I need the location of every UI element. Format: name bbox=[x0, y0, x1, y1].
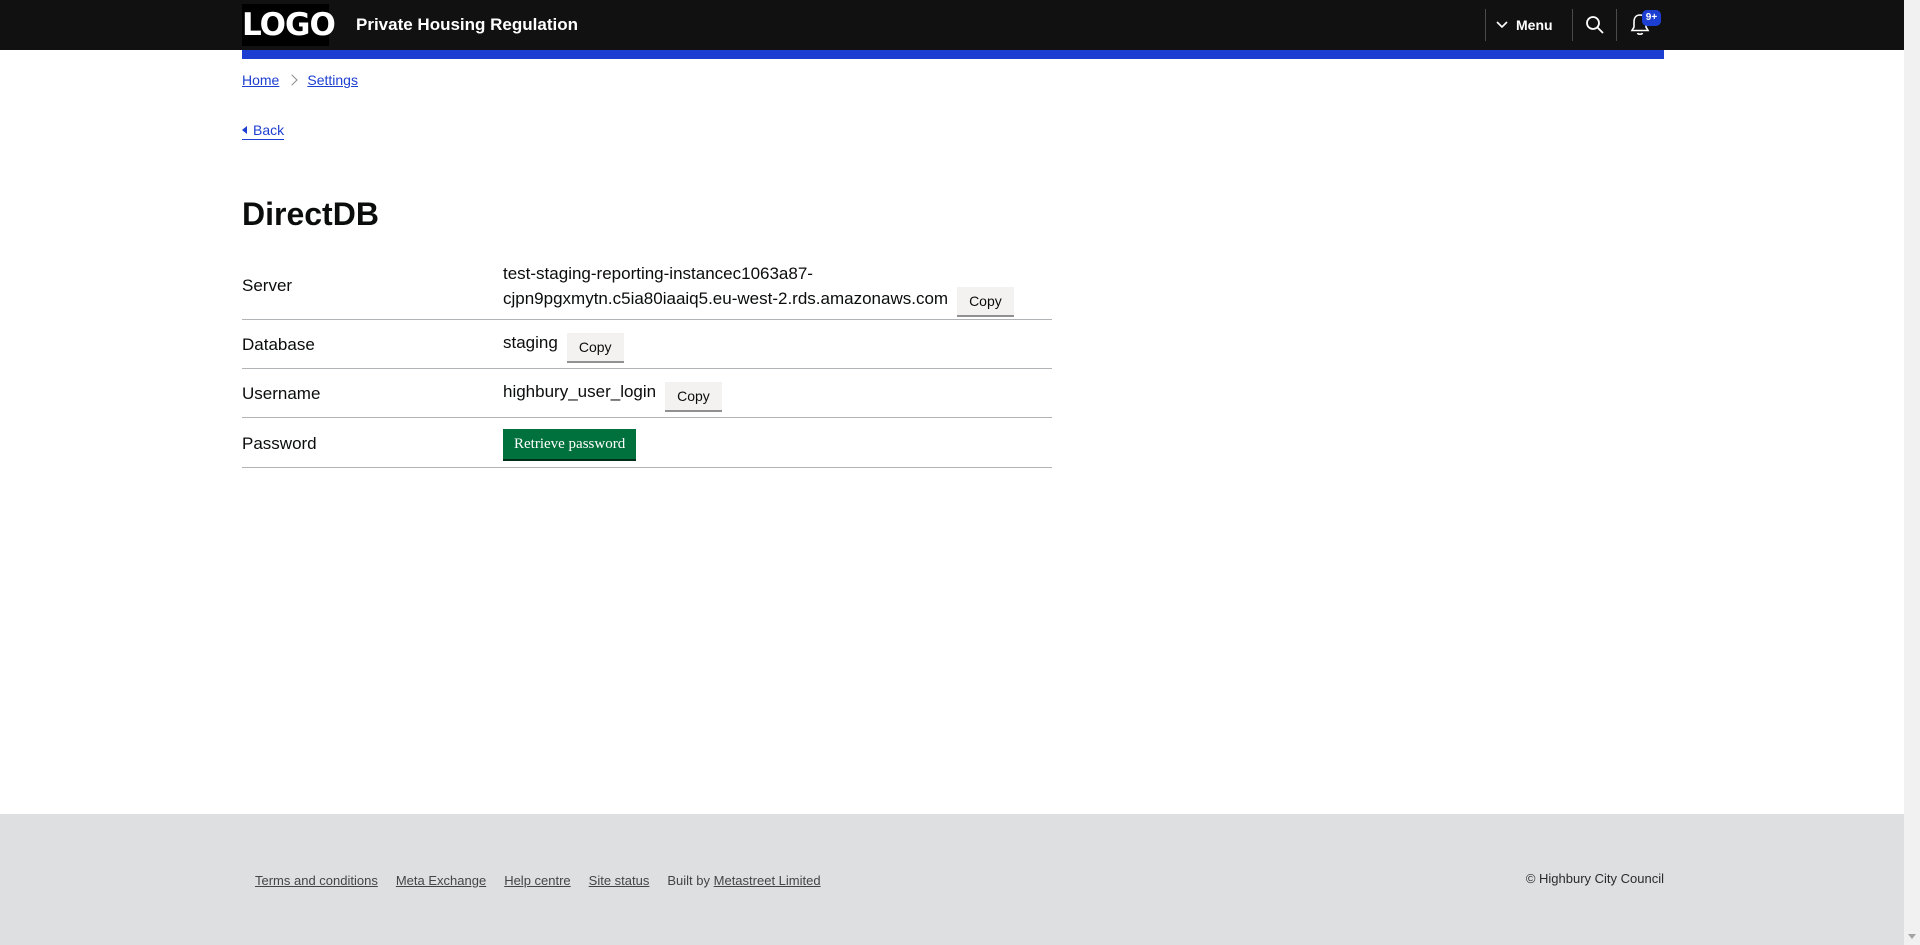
username-value-group: highbury_user_login Copy bbox=[503, 382, 722, 412]
search-button[interactable] bbox=[1584, 14, 1606, 36]
copy-username-button[interactable]: Copy bbox=[665, 382, 722, 412]
database-row: Database staging Copy bbox=[242, 320, 1052, 369]
database-value-group: staging Copy bbox=[503, 333, 624, 363]
footer-links: Terms and conditions Meta Exchange Help … bbox=[255, 873, 821, 888]
service-name[interactable]: Private Housing Regulation bbox=[356, 14, 578, 36]
menu-button[interactable]: Menu bbox=[1496, 9, 1553, 41]
footer-link-site-status[interactable]: Site status bbox=[589, 873, 650, 888]
server-label: Server bbox=[242, 276, 293, 295]
connection-details-list: Server test-staging-reporting-instancec1… bbox=[242, 254, 1052, 468]
chevron-down-icon bbox=[1496, 21, 1508, 29]
password-row: Password Retrieve password bbox=[242, 418, 1052, 468]
search-icon bbox=[1586, 16, 1604, 34]
built-by-prefix: Built by bbox=[667, 873, 711, 888]
footer-link-help-centre[interactable]: Help centre bbox=[504, 873, 570, 888]
page-title: DirectDB bbox=[242, 196, 379, 232]
footer-link-terms[interactable]: Terms and conditions bbox=[255, 873, 378, 888]
server-value-group: test-staging-reporting-instancec1063a87-… bbox=[503, 261, 1014, 317]
header-divider bbox=[1616, 9, 1617, 41]
logo[interactable]: LOGO bbox=[242, 4, 336, 46]
breadcrumb-home[interactable]: Home bbox=[242, 72, 279, 88]
server-row: Server test-staging-reporting-instancec1… bbox=[242, 254, 1052, 320]
database-value: staging bbox=[503, 333, 558, 352]
back-link-label: Back bbox=[253, 122, 285, 138]
header-divider bbox=[1485, 9, 1486, 41]
copy-server-button[interactable]: Copy bbox=[957, 287, 1014, 317]
menu-label: Menu bbox=[1516, 17, 1553, 33]
username-row: Username highbury_user_login Copy bbox=[242, 369, 1052, 418]
scroll-down-arrow-icon[interactable] bbox=[1908, 934, 1916, 939]
password-label: Password bbox=[242, 434, 317, 453]
retrieve-password-button[interactable]: Retrieve password bbox=[503, 429, 637, 461]
copyright-text: © Highbury City Council bbox=[1525, 871, 1664, 886]
back-link[interactable]: Back bbox=[242, 122, 285, 140]
page: LOGO Private Housing Regulation Menu 9+ bbox=[0, 0, 1920, 945]
username-value: highbury_user_login bbox=[503, 382, 657, 401]
server-value: test-staging-reporting-instancec1063a87-… bbox=[503, 261, 948, 311]
server-value-line: cjpn9pgxmytn.c5ia80iaaiq5.eu-west-2.rds.… bbox=[503, 289, 949, 308]
server-value-line: test-staging-reporting-instancec1063a87- bbox=[503, 264, 813, 283]
breadcrumb: Home Settings bbox=[242, 72, 358, 88]
breadcrumb-settings[interactable]: Settings bbox=[307, 72, 358, 88]
copy-database-button[interactable]: Copy bbox=[566, 333, 624, 363]
back-arrow-icon bbox=[242, 126, 247, 134]
top-header: LOGO Private Housing Regulation Menu 9+ bbox=[0, 0, 1904, 50]
breadcrumb-separator-icon bbox=[286, 74, 299, 86]
footer-link-metastreet[interactable]: Metastreet Limited bbox=[714, 873, 821, 888]
header-divider bbox=[1572, 9, 1573, 41]
built-by-text: Built by Metastreet Limited bbox=[667, 873, 820, 888]
username-label: Username bbox=[242, 384, 321, 403]
notification-count-badge: 9+ bbox=[1642, 10, 1661, 26]
vertical-scrollbar[interactable] bbox=[1904, 0, 1920, 945]
footer-link-meta-exchange[interactable]: Meta Exchange bbox=[396, 873, 486, 888]
accent-bar bbox=[242, 50, 1664, 59]
database-label: Database bbox=[242, 335, 315, 354]
